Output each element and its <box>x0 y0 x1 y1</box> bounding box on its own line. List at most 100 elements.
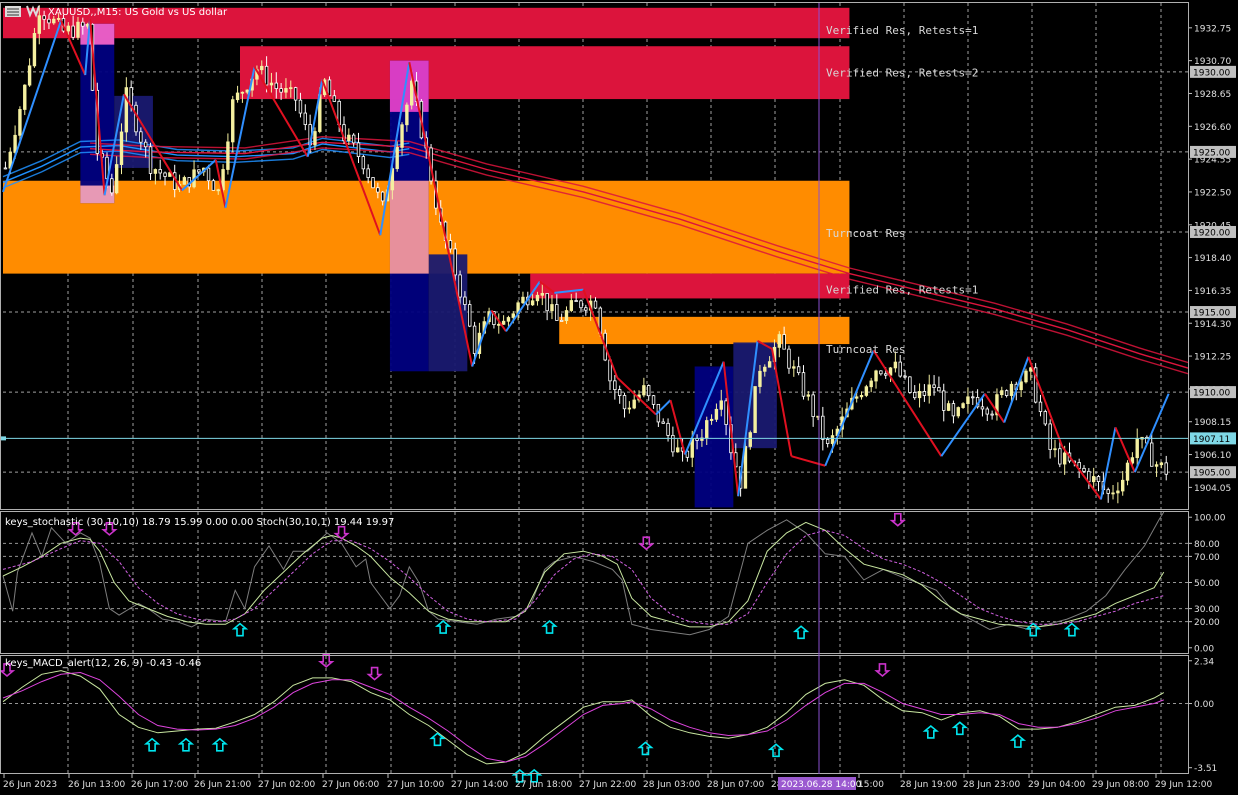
candle-body <box>1159 462 1164 466</box>
candle-body <box>830 435 835 444</box>
candle-body <box>879 370 883 375</box>
stochastic-tick-label: 50.00 <box>1194 579 1220 589</box>
price-tag-label: 1920.00 <box>1193 228 1230 238</box>
candle-body <box>448 240 453 250</box>
zone-label: Verified Res, Retests=2 <box>826 67 978 80</box>
candle-body <box>787 348 791 369</box>
candle-body <box>971 396 975 399</box>
candle-body <box>951 403 956 417</box>
time-tick-label: 27 Jun 02:00 <box>258 780 315 790</box>
candle-body <box>235 92 240 101</box>
candle-body <box>18 109 22 136</box>
candle-body <box>579 300 583 309</box>
candle-body <box>719 400 723 410</box>
candle-body <box>76 21 80 38</box>
candle-body <box>1048 423 1052 450</box>
candle-body <box>859 395 864 398</box>
candle-body <box>985 408 989 415</box>
candle-body <box>632 399 636 409</box>
price-tick-label: 1928.65 <box>1194 90 1231 100</box>
candle-body <box>56 18 61 20</box>
current-price-marker <box>1 436 6 441</box>
candle-body <box>903 375 907 378</box>
candle-body <box>347 134 351 142</box>
candle-body <box>966 396 970 405</box>
candle-body <box>796 366 801 374</box>
candle-body <box>206 167 211 182</box>
time-tick-label: 26 Jun 13:00 <box>68 780 125 790</box>
candle-body <box>1154 464 1159 467</box>
zone-label: Verified Res, Retests=1 <box>826 284 978 297</box>
candle-body <box>153 169 158 174</box>
candle-body <box>763 366 767 372</box>
candle-body <box>226 141 230 170</box>
candle-body <box>81 21 85 27</box>
stochastic-tick-label: 0.00 <box>1194 644 1214 654</box>
candle-body <box>898 361 902 377</box>
candle-body <box>501 320 506 325</box>
candle-body <box>980 406 985 410</box>
candle-body <box>767 361 772 368</box>
candle-body <box>371 177 375 189</box>
session-box <box>694 366 734 508</box>
candle-body <box>1038 401 1043 412</box>
candle-body <box>1024 370 1028 383</box>
candle-body <box>37 15 41 34</box>
candle-body <box>990 413 994 416</box>
main-title: XAUUSD,,M15: US Gold vs US dollar <box>48 7 228 18</box>
candle-body <box>1062 452 1067 465</box>
zone-label: Turncoat Res <box>826 343 905 356</box>
candle-body <box>289 87 293 90</box>
time-tick-label: 26 Jun 17:00 <box>131 780 188 790</box>
time-tick-label: 28 Jun 03:00 <box>643 780 700 790</box>
price-tag-label: 1907.11 <box>1193 435 1230 445</box>
time-tick-label: 27 Jun 14:00 <box>451 780 508 790</box>
candle-body <box>893 361 898 369</box>
candle-body <box>182 177 187 185</box>
candle-body <box>1150 442 1154 467</box>
candle-body <box>1164 462 1168 475</box>
time-tick-label: 26 Jun 21:00 <box>194 780 251 790</box>
candle-body <box>511 313 515 318</box>
candle-body <box>463 296 467 305</box>
candle-body <box>671 434 675 453</box>
candle-body <box>231 99 235 143</box>
price-tag-label: 1910.00 <box>1193 389 1230 399</box>
candle-body <box>216 189 220 192</box>
stochastic-tick-label: 30.00 <box>1194 605 1220 615</box>
chart-canvas[interactable]: Verified Res, Retests=1 Verified Res, Ret… <box>0 0 1238 791</box>
candle-body <box>32 33 37 67</box>
candle-body <box>666 422 670 436</box>
candle-body <box>13 134 17 153</box>
candle-body <box>593 300 598 309</box>
candle-body <box>545 293 549 312</box>
price-tick-label: 1906.10 <box>1194 451 1231 461</box>
candle-body <box>1082 467 1086 472</box>
time-tick-label: 29 Jun 12:00 <box>1155 780 1212 790</box>
candle-body <box>927 384 931 396</box>
candle-body <box>405 104 409 126</box>
candle-body <box>327 79 332 97</box>
candle-body <box>922 391 927 396</box>
candle-body <box>942 390 946 411</box>
time-tick-label: 26 Jun 2023 <box>3 780 57 790</box>
candle-body <box>468 304 472 327</box>
candle-body <box>1058 448 1062 465</box>
candle-body <box>1091 476 1096 483</box>
candle-body <box>758 370 762 387</box>
sr-zone <box>240 46 850 100</box>
candle-body <box>134 104 138 133</box>
candle-body <box>1004 390 1009 396</box>
candle-body <box>395 147 399 170</box>
candle-body <box>811 394 815 417</box>
candle-body <box>472 325 477 354</box>
candle-body <box>869 380 873 388</box>
candle-body <box>617 389 622 396</box>
price-tick-label: 1922.50 <box>1194 188 1231 198</box>
macd-tick-label: 0.00 <box>1194 700 1214 710</box>
candle-body <box>1000 390 1004 396</box>
candle-body <box>380 191 385 202</box>
candle-body <box>622 395 627 410</box>
stochastic-title: keys_stochastic (30,10,10) 18.79 15.99 0… <box>5 517 394 528</box>
price-tick-label: 1914.30 <box>1194 320 1231 330</box>
